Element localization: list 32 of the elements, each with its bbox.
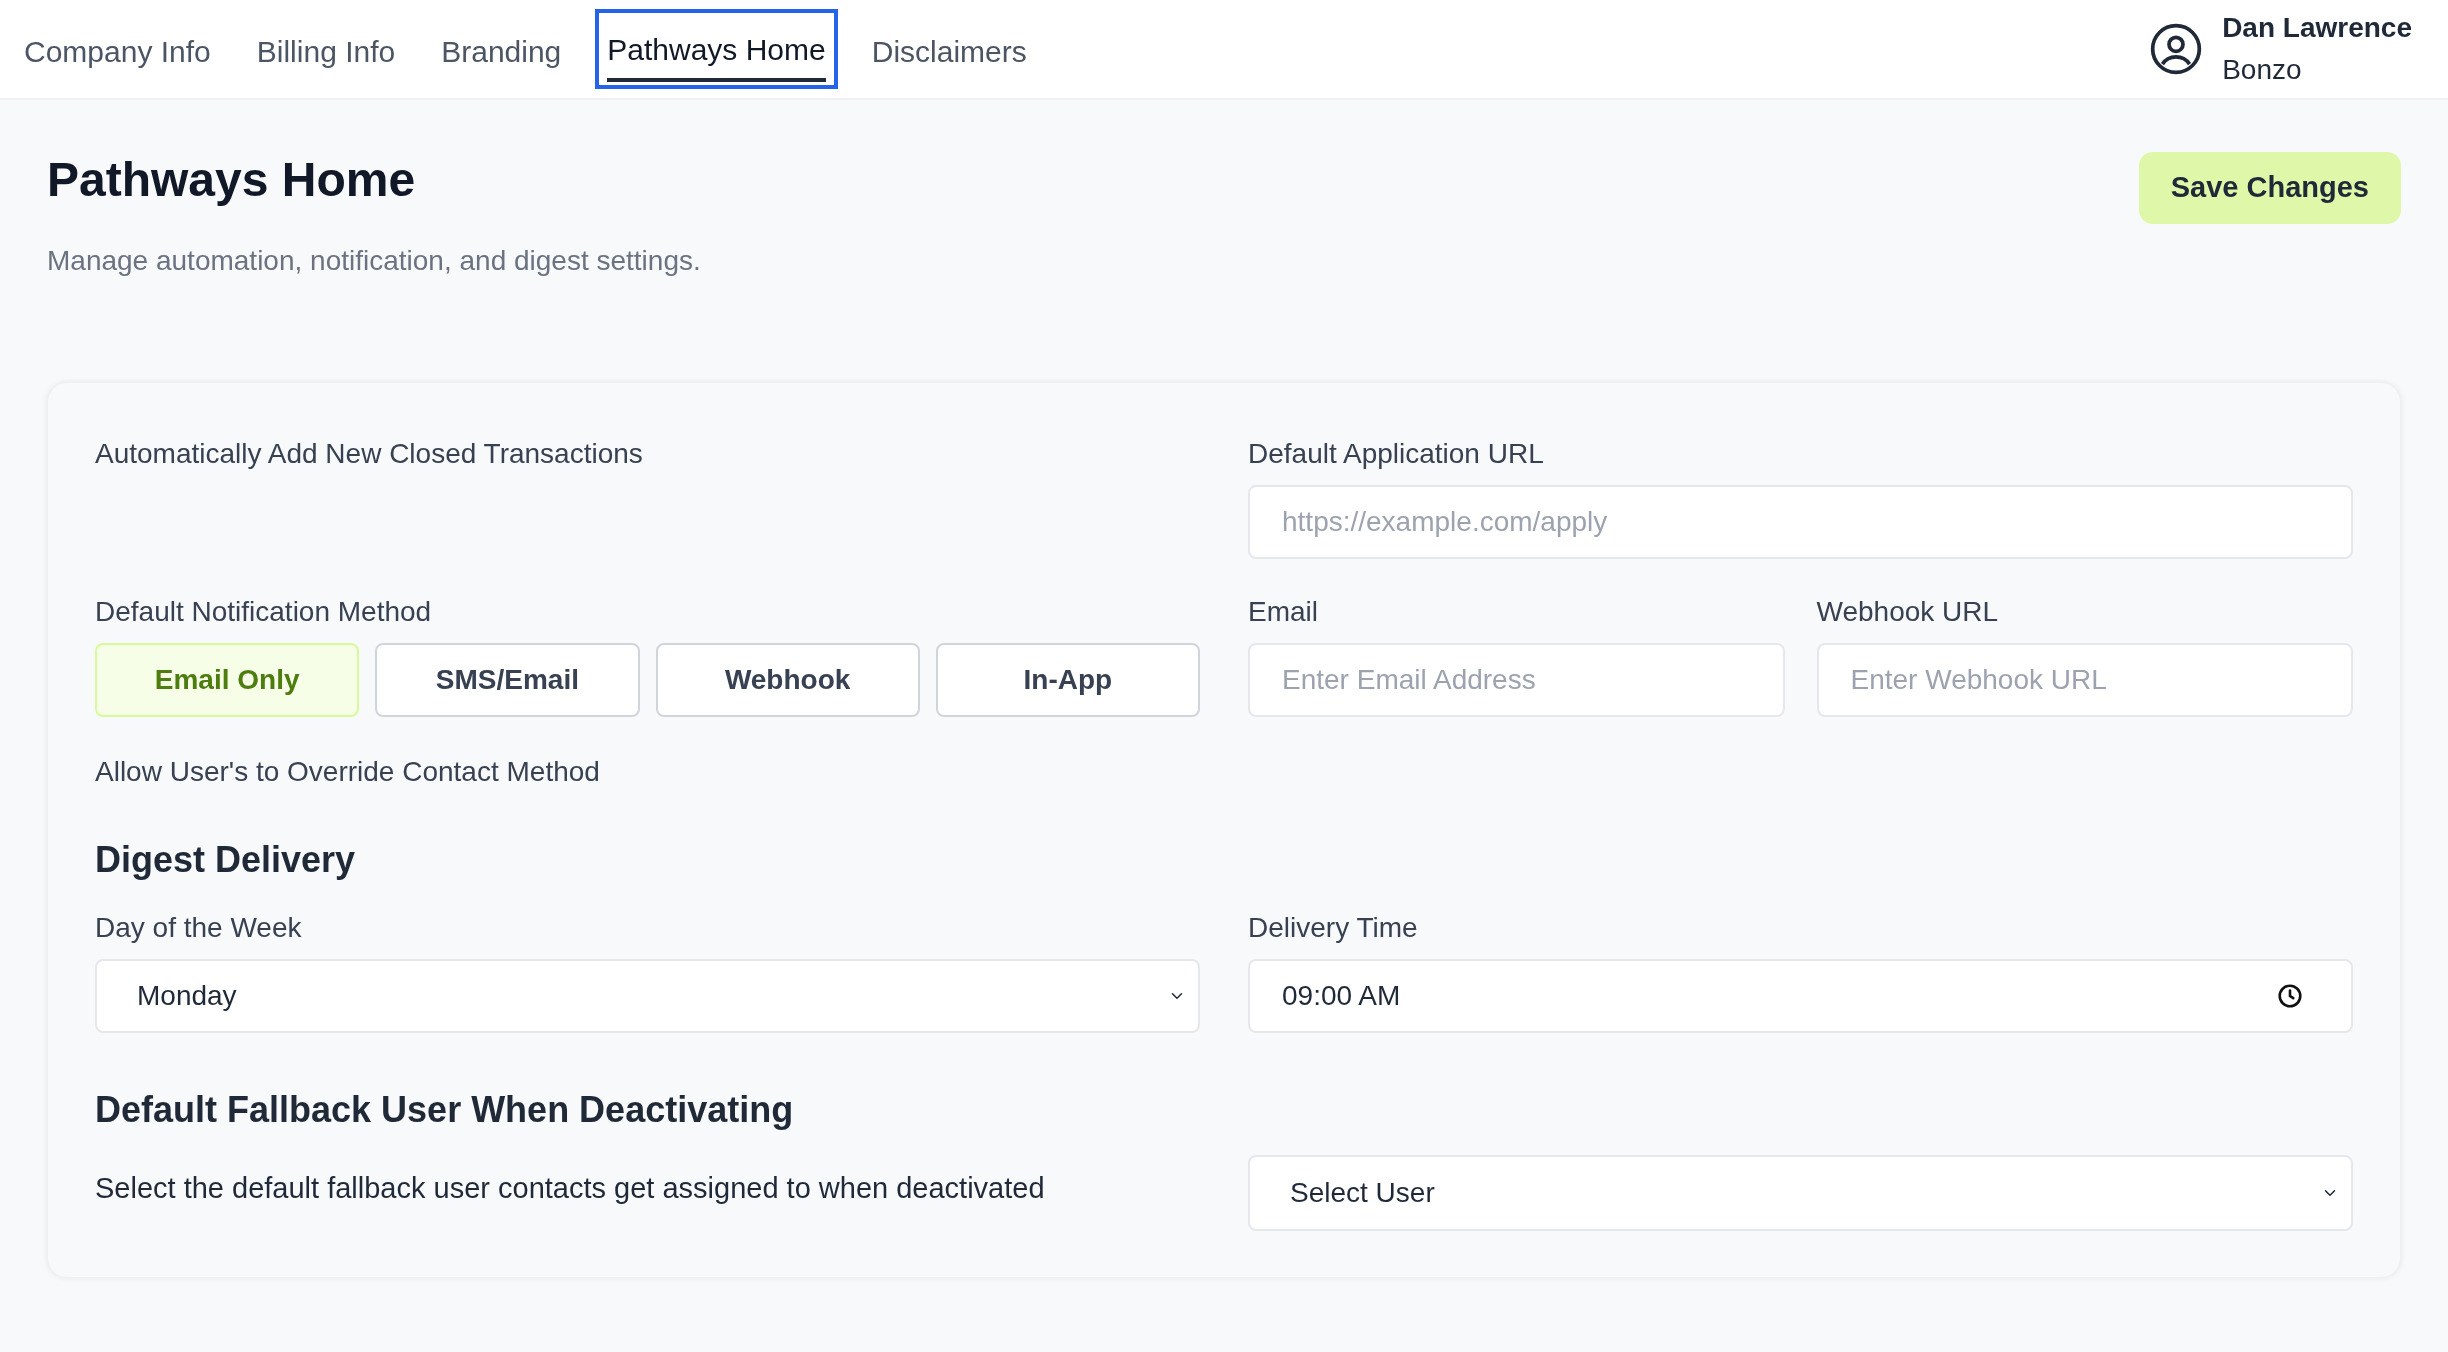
day-of-week-select[interactable]: Monday [95, 959, 1200, 1033]
email-field[interactable]: Enter Email Address [1248, 643, 1785, 717]
section-heading: Default Fallback User When Deactivating [95, 1089, 794, 1130]
field-label: Default Application URL [1248, 437, 1545, 471]
field-label: Default Notification Method [95, 595, 433, 629]
field-label: Allow User's to Override Contact Method [95, 756, 600, 787]
field-label: Day of the Week [95, 911, 303, 945]
webhook-url-field[interactable]: Enter Webhook URL [1816, 643, 2353, 717]
fallback-description: Select the default fallback user contacts get assigned to when deactivated [95, 1172, 1045, 1204]
user-name: Dan Lawrence [2222, 11, 2412, 45]
field-label: Delivery Time [1248, 911, 1419, 945]
field-label: Automatically Add New Closed Transactions [95, 438, 643, 469]
organization-name: Bonzo [2222, 53, 2303, 87]
page-title: Pathways Home [47, 152, 417, 208]
nav-tab[interactable]: Billing Info [244, 9, 408, 89]
nav-tab[interactable]: Disclaimers [859, 9, 1039, 89]
notification-option[interactable]: Webhook [655, 643, 920, 717]
delivery-time-field[interactable]: 09:00 AM [1248, 959, 2353, 1033]
clock-icon[interactable] [2277, 983, 2303, 1009]
field-label: Webhook URL [1816, 595, 2000, 629]
page-subtitle: Manage automation, notification, and digest settings. [47, 244, 701, 278]
save-changes-button[interactable]: Save Changes [2138, 152, 2401, 224]
field-label: Email [1248, 595, 1319, 629]
notification-option[interactable]: In-App [935, 643, 1200, 717]
notification-option[interactable]: Email Only [95, 643, 360, 717]
notification-option[interactable]: SMS/Email [375, 643, 640, 717]
application-url-field[interactable]: https://example.com/apply [1248, 485, 2353, 559]
nav-tab[interactable]: Company Info [12, 9, 223, 89]
section-heading: Digest Delivery [95, 839, 356, 880]
nav-tab[interactable]: Branding [429, 9, 574, 89]
nav-tab[interactable]: Pathways Home [595, 9, 838, 89]
fallback-user-select[interactable]: Select User [1248, 1155, 2353, 1231]
